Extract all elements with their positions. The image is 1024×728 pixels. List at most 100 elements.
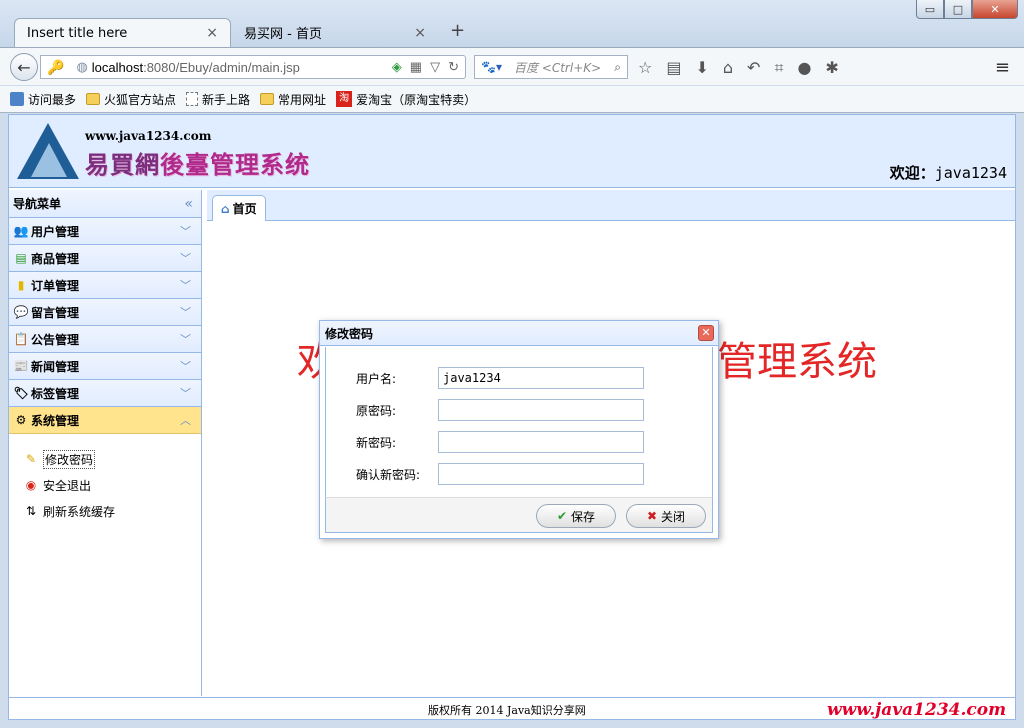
browser-toolbar-icons: ☆ ▤ ⬇ ⌂ ↶ ⌗ ● ✱ bbox=[638, 58, 839, 78]
navigation-toolbar: ← 🔑 ◍ localhost:8080/Ebuy/admin/main.jsp… bbox=[0, 47, 1024, 85]
shield-icon[interactable]: ◈ bbox=[392, 59, 402, 75]
close-button[interactable]: ✖ 关闭 bbox=[626, 504, 706, 528]
menu-system-management[interactable]: ⚙ 系统管理 ︿ bbox=[9, 407, 201, 434]
reload-icon[interactable]: ↻ bbox=[448, 59, 459, 75]
menu-product-management[interactable]: ▤ 商品管理 ﹀ bbox=[9, 245, 201, 272]
menu-tag-management[interactable]: 🏷 标签管理 ﹀ bbox=[9, 380, 201, 407]
dialog-title-bar: 修改密码 ✕ bbox=[320, 321, 718, 346]
window-buttons: ▭ □ ✕ bbox=[916, 0, 1018, 19]
menu-user-management[interactable]: 👥 用户管理 ﹀ bbox=[9, 218, 201, 245]
folder-icon bbox=[260, 93, 275, 105]
most-visited-icon bbox=[10, 92, 24, 106]
minimize-button[interactable]: ▭ bbox=[916, 0, 944, 19]
username-row: 用户名: java1234 bbox=[356, 367, 644, 389]
baidu-paw-icon: 🐾▾ bbox=[481, 60, 502, 74]
key-icon: 🔑 bbox=[47, 58, 65, 75]
confirm-password-row: 确认新密码: bbox=[356, 463, 644, 485]
search-bar[interactable]: 🐾▾ 百度 <Ctrl+K> ⌕ bbox=[474, 55, 628, 79]
menu-news-management[interactable]: 📰 新闻管理 ﹀ bbox=[9, 353, 201, 380]
list-icon: ▤ bbox=[15, 251, 27, 265]
menu-message-management[interactable]: 💬 留言管理 ﹀ bbox=[9, 299, 201, 326]
url-bar[interactable]: 🔑 ◍ localhost:8080/Ebuy/admin/main.jsp ◈… bbox=[40, 55, 466, 79]
tab-close-icon[interactable]: × bbox=[414, 25, 426, 41]
old-password-row: 原密码: bbox=[356, 399, 644, 421]
expand-icon[interactable]: ﹀ bbox=[180, 223, 191, 239]
logo-accent bbox=[31, 143, 67, 177]
dialog-form: 用户名: java1234 原密码: 新密码: 确认新密码: bbox=[325, 347, 713, 497]
dialog-close-icon[interactable]: ✕ bbox=[698, 325, 714, 341]
watermark: www.java1234.com bbox=[827, 700, 1007, 720]
bookmark-firefox-site[interactable]: 火狐官方站点 bbox=[86, 91, 176, 108]
expand-icon[interactable]: ﹀ bbox=[180, 385, 191, 401]
reading-list-icon[interactable]: ▤ bbox=[666, 58, 681, 78]
new-tab-button[interactable]: + bbox=[450, 20, 465, 41]
confirm-password-field[interactable] bbox=[438, 463, 644, 485]
expand-icon[interactable]: ﹀ bbox=[180, 331, 191, 347]
star-icon[interactable]: ☆ bbox=[638, 58, 652, 78]
collapse-icon[interactable]: ︿ bbox=[180, 412, 191, 428]
sidebar-header: 导航菜单 « bbox=[9, 190, 201, 218]
comment-icon: 💬 bbox=[13, 305, 29, 319]
change-password-dialog: 修改密码 ✕ 用户名: java1234 原密码: 新密码: 确认新密码: ✔ … bbox=[319, 320, 719, 539]
save-button[interactable]: ✔ 保存 bbox=[536, 504, 616, 528]
browser-tab-ebuy[interactable]: 易买网 - 首页 × bbox=[232, 18, 438, 47]
expand-icon[interactable]: ﹀ bbox=[180, 304, 191, 320]
news-icon: 📰 bbox=[13, 359, 29, 373]
menu-order-management[interactable]: ▮ 订单管理 ﹀ bbox=[9, 272, 201, 299]
browser-titlebar: ▭ □ ✕ Insert title here × 易买网 - 首页 × + bbox=[0, 0, 1024, 48]
home-icon[interactable]: ⌂ bbox=[723, 58, 733, 78]
copyright-text: 版权所有 2014 Java知识分享网 bbox=[428, 704, 586, 717]
download-icon[interactable]: ⬇ bbox=[695, 58, 708, 78]
cancel-icon: ✖ bbox=[646, 509, 658, 523]
new-password-field[interactable] bbox=[438, 431, 644, 453]
username-label: 用户名: bbox=[356, 371, 397, 386]
maximize-button[interactable]: □ bbox=[944, 0, 972, 19]
navigation-sidebar: 导航菜单 « 👥 用户管理 ﹀ ▤ 商品管理 ﹀ ▮ 订单管理 ﹀ 💬 留言管理 ﹀ 📋 公告管理… bbox=[9, 190, 202, 696]
new-password-label: 新密码: bbox=[356, 435, 397, 450]
expand-icon[interactable]: ﹀ bbox=[180, 250, 191, 266]
qr-icon[interactable]: ▦ bbox=[410, 59, 422, 75]
gear-icon: ⚙ bbox=[15, 413, 27, 427]
menu-icon[interactable]: ≡ bbox=[995, 57, 1010, 78]
submenu-logout[interactable]: ◉ 安全退出 bbox=[23, 472, 201, 498]
extension-icon[interactable]: ✱ bbox=[825, 58, 838, 78]
tab-title: 易买网 - 首页 bbox=[244, 27, 322, 42]
welcome-user: 欢迎：java1234 bbox=[889, 164, 1007, 182]
search-icon[interactable]: ⌕ bbox=[614, 60, 621, 75]
check-icon: ✔ bbox=[556, 509, 568, 523]
undo-icon[interactable]: ↶ bbox=[747, 58, 760, 78]
tab-close-icon[interactable]: × bbox=[206, 25, 218, 41]
submenu-change-password[interactable]: ✎ 修改密码 bbox=[23, 446, 201, 472]
bookmark-aitaobao[interactable]: 淘爱淘宝（原淘宝特卖） bbox=[336, 91, 476, 108]
menu-notice-management[interactable]: 📋 公告管理 ﹀ bbox=[9, 326, 201, 353]
username-field[interactable]: java1234 bbox=[438, 367, 644, 389]
close-window-button[interactable]: ✕ bbox=[972, 0, 1018, 19]
site-url: www.java1234.com bbox=[85, 129, 212, 143]
tab-home[interactable]: ⌂ 首页 bbox=[212, 195, 266, 222]
chat-icon[interactable]: ● bbox=[797, 58, 811, 78]
submenu-refresh-cache[interactable]: ⇅ 刷新系统缓存 bbox=[23, 498, 201, 524]
tag-icon: 🏷 bbox=[13, 386, 29, 400]
tab-title: Insert title here bbox=[27, 25, 128, 41]
collapse-sidebar-icon[interactable]: « bbox=[184, 196, 193, 212]
app-title: 易買網後臺管理系统 bbox=[85, 150, 310, 179]
url-host: localhost bbox=[91, 59, 144, 75]
globe-icon: ◍ bbox=[76, 59, 88, 74]
browser-tab-active[interactable]: Insert title here × bbox=[14, 18, 231, 47]
refresh-icon: ⇅ bbox=[25, 504, 37, 518]
expand-icon[interactable]: ﹀ bbox=[180, 277, 191, 293]
dropdown-icon[interactable]: ▽ bbox=[430, 59, 440, 75]
expand-icon[interactable]: ﹀ bbox=[180, 358, 191, 374]
page-footer: 版权所有 2014 Java知识分享网 www.java1234.com bbox=[9, 697, 1015, 720]
crop-icon[interactable]: ⌗ bbox=[774, 58, 783, 78]
taobao-icon: 淘 bbox=[336, 91, 353, 107]
logout-icon: ◉ bbox=[25, 478, 37, 492]
bookmark-most-visited[interactable]: 访问最多 bbox=[10, 91, 76, 108]
bookmark-getting-started[interactable]: 新手上路 bbox=[186, 91, 250, 108]
old-password-field[interactable] bbox=[438, 399, 644, 421]
old-password-label: 原密码: bbox=[356, 403, 397, 418]
home-icon: ⌂ bbox=[221, 201, 230, 216]
system-submenu: ✎ 修改密码 ◉ 安全退出 ⇅ 刷新系统缓存 bbox=[9, 434, 201, 524]
bookmark-common-sites[interactable]: 常用网址 bbox=[260, 91, 326, 108]
back-button[interactable]: ← bbox=[10, 53, 38, 81]
